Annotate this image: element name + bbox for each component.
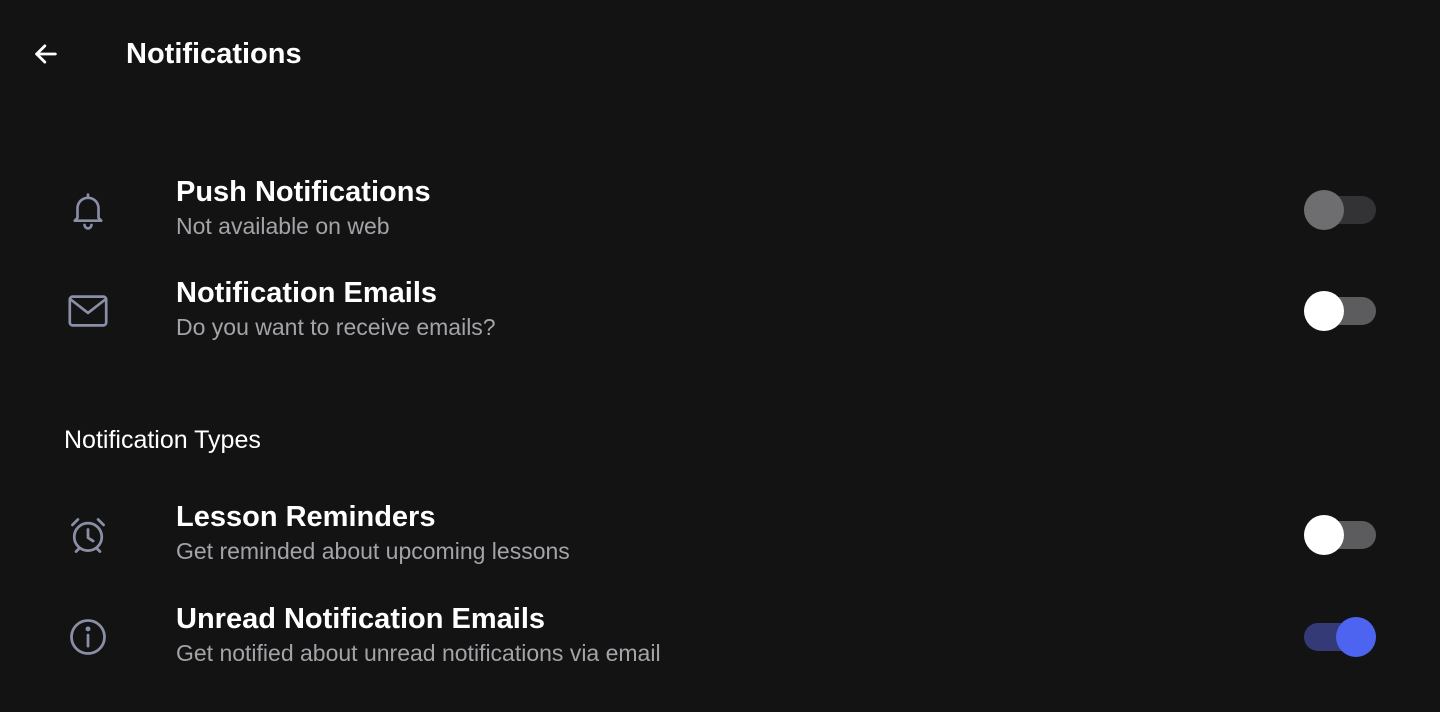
info-icon <box>64 613 112 661</box>
envelope-icon <box>64 287 112 335</box>
toggle-thumb <box>1304 291 1344 331</box>
setting-title: Unread Notification Emails <box>176 603 546 635</box>
setting-subtitle: Get notified about unread notifications … <box>176 640 661 666</box>
setting-title: Notification Emails <box>176 277 438 309</box>
toggle-thumb <box>1304 515 1344 555</box>
setting-row-unread-notification-emails: Unread Notification Emails Get notified … <box>0 597 1440 677</box>
push-notifications-toggle[interactable] <box>1302 190 1378 230</box>
setting-title: Lesson Reminders <box>176 501 436 533</box>
back-button[interactable] <box>26 34 66 74</box>
setting-row-push-notifications: Push Notifications Not available on web <box>0 170 1440 250</box>
toggle-thumb <box>1304 190 1344 230</box>
arrow-left-icon <box>35 44 57 64</box>
lesson-reminders-toggle[interactable] <box>1302 515 1378 555</box>
top-bar: Notifications <box>0 0 1440 108</box>
setting-title: Push Notifications <box>176 176 431 208</box>
setting-subtitle: Get reminded about upcoming lessons <box>176 538 570 564</box>
toggle-thumb <box>1336 617 1376 657</box>
notification-emails-toggle[interactable] <box>1302 291 1378 331</box>
section-title-notification-types: Notification Types <box>64 426 261 454</box>
setting-row-notification-emails: Notification Emails Do you want to recei… <box>0 271 1440 351</box>
bell-icon <box>64 186 112 234</box>
unread-notification-emails-toggle[interactable] <box>1302 617 1378 657</box>
setting-row-lesson-reminders: Lesson Reminders Get reminded about upco… <box>0 495 1440 575</box>
setting-subtitle: Not available on web <box>176 213 390 239</box>
alarm-clock-icon <box>64 511 112 559</box>
page-title: Notifications <box>126 38 302 70</box>
notifications-settings-page: Notifications Push Notifications Not ava… <box>0 0 1440 712</box>
setting-subtitle: Do you want to receive emails? <box>176 314 496 340</box>
